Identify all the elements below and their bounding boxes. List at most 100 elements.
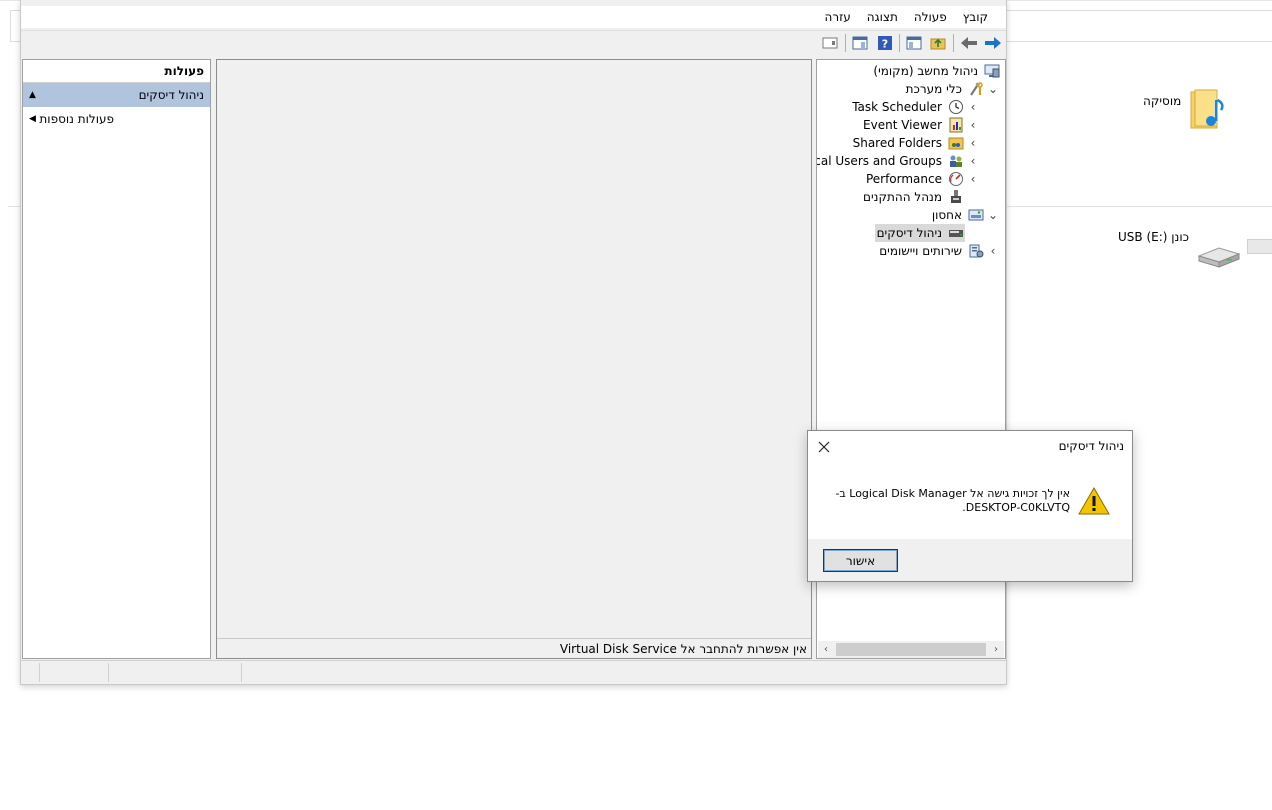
computer-management-icon: [983, 63, 1001, 79]
tree-item-services-apps[interactable]: › שירותים ויישומים: [877, 242, 1001, 260]
tree-label: מנהל ההתקנים: [863, 190, 942, 204]
tree-label: כלי מערכת: [905, 82, 962, 96]
music-folder-icon: [1190, 89, 1224, 129]
chevron-right-icon[interactable]: ›: [965, 118, 981, 132]
chevron-right-icon[interactable]: ›: [985, 244, 1001, 258]
svg-text:?: ?: [882, 38, 888, 51]
toolbar: ?: [21, 30, 1006, 55]
back-arrow-icon: [961, 37, 977, 49]
chevron-down-icon[interactable]: ⌄: [985, 208, 1001, 222]
chevron-right-icon[interactable]: ›: [965, 154, 981, 168]
users-icon: [947, 153, 965, 169]
tools-icon: [967, 81, 985, 97]
usb-drive-icon: [1197, 247, 1241, 268]
vds-status-line: אין אפשרות להתחבר אל Virtual Disk Servic…: [217, 638, 811, 658]
action-more-actions[interactable]: פעולות נוספות ◀: [23, 107, 210, 131]
menu-bar: קובץ פעולה תצוגה עזרה: [21, 6, 1006, 28]
chevron-right-icon[interactable]: ›: [965, 172, 981, 186]
help-button[interactable]: ?: [875, 33, 895, 53]
status-cell-1: [21, 663, 40, 682]
status-cell-3: [109, 663, 242, 682]
forward-button[interactable]: [983, 33, 1003, 53]
chevron-right-icon[interactable]: ›: [965, 136, 981, 150]
shared-folder-icon: [947, 135, 965, 151]
back-button[interactable]: [959, 33, 979, 53]
tree-item-storage[interactable]: ⌄ אחסון: [930, 206, 1001, 224]
event-viewer-icon: [947, 117, 965, 133]
show-hide-tree-button[interactable]: [904, 33, 924, 53]
computer-management-window: קובץ פעולה תצוגה עזרה ? פעולות ניהול דיס…: [20, 0, 1007, 685]
chevron-right-icon[interactable]: ›: [965, 100, 981, 114]
tree-label: Shared Folders: [852, 136, 942, 150]
menu-help[interactable]: עזרה: [817, 10, 859, 24]
tree-label: שירותים ויישומים: [879, 244, 962, 258]
window-icon: [822, 37, 838, 49]
music-folder-item[interactable]: מוסיקה: [1143, 88, 1229, 132]
action-more-actions-label: פעולות נוספות: [39, 112, 114, 126]
tree-item-event-viewer[interactable]: › Event Viewer: [861, 116, 981, 134]
ok-button[interactable]: אישור: [823, 549, 898, 572]
dialog-message-line-1: אין לך זכויות גישה אל Logical Disk Manag…: [835, 487, 1070, 500]
action-disk-management[interactable]: ניהול דיסקים ▲: [23, 83, 210, 107]
menu-action[interactable]: פעולה: [906, 10, 955, 24]
performance-gauge-icon: [947, 171, 965, 187]
up-level-button[interactable]: [928, 33, 948, 53]
tree-item-shared-folders[interactable]: › Shared Folders: [851, 134, 981, 152]
action-disk-management-label: ניהול דיסקים: [138, 88, 204, 102]
tree-item-performance[interactable]: › Performance: [864, 170, 981, 188]
warning-icon: [1078, 487, 1110, 515]
disk-drive-icon: [947, 225, 965, 241]
properties-icon: [852, 36, 868, 50]
services-icon: [967, 243, 985, 259]
help-icon: ?: [878, 36, 892, 51]
menu-file[interactable]: קובץ: [955, 10, 996, 24]
storage-icon: [967, 207, 985, 223]
tree-item-system-tools[interactable]: ⌄ כלי מערכת: [904, 80, 1001, 98]
usb-drive-item[interactable]: כונן USB (E:): [1118, 230, 1243, 270]
tree-horizontal-scrollbar[interactable]: ‹ ›: [818, 641, 1004, 658]
tree-label: אחסון: [931, 208, 962, 222]
music-folder-label: מוסיקה: [1143, 94, 1182, 108]
scroll-right-icon[interactable]: ›: [988, 641, 1004, 658]
status-bar: [21, 660, 1006, 684]
actions-pane: פעולות ניהול דיסקים ▲ פעולות נוספות ◀: [22, 59, 211, 659]
toolbar-separator-3: [845, 34, 846, 52]
action-pane-button[interactable]: [820, 33, 840, 53]
close-icon: [818, 441, 830, 453]
scrollbar-thumb[interactable]: [836, 643, 986, 656]
clock-icon: [947, 99, 965, 115]
toolbar-separator-2: [899, 34, 900, 52]
toolbar-separator: [953, 34, 954, 52]
usb-drive-label: כונן USB (E:): [1118, 230, 1189, 244]
properties-button[interactable]: [850, 33, 870, 53]
background-scroll-handle[interactable]: [1247, 239, 1272, 254]
results-pane: אין אפשרות להתחבר אל Virtual Disk Servic…: [216, 59, 812, 659]
tree-item-device-manager[interactable]: מנהל ההתקנים: [861, 188, 965, 206]
dialog-message: אין לך זכויות גישה אל Logical Disk Manag…: [830, 487, 1070, 515]
expand-triangle-icon[interactable]: ◀: [29, 114, 36, 124]
splitter-left[interactable]: [211, 59, 215, 659]
scroll-left-icon[interactable]: ‹: [818, 641, 834, 658]
device-manager-icon: [947, 189, 965, 205]
tree-label: Local Users and Groups: [816, 154, 942, 168]
tree-label: ניהול דיסקים: [876, 226, 942, 240]
chevron-down-icon[interactable]: ⌄: [985, 82, 1001, 96]
dialog-message-line-2: DESKTOP-C0KLVTQ.: [962, 501, 1070, 514]
forward-arrow-icon: [985, 37, 1001, 49]
tree-item-task-scheduler[interactable]: › Task Scheduler: [850, 98, 981, 116]
tree-label: Event Viewer: [863, 118, 942, 132]
tree-label: ניהול מחשב (מקומי): [873, 64, 978, 78]
dialog-footer: אישור: [808, 539, 1132, 581]
tree-item-local-users[interactable]: › Local Users and Groups: [816, 152, 981, 170]
status-cell-2: [40, 663, 109, 682]
menu-view[interactable]: תצוגה: [859, 10, 906, 24]
folder-up-icon: [930, 38, 946, 50]
collapse-triangle-icon[interactable]: ▲: [29, 90, 36, 100]
dialog-title: ניהול דיסקים: [1058, 439, 1124, 453]
tree-label: Task Scheduler: [852, 100, 942, 114]
tree-item-computer-management[interactable]: ניהול מחשב (מקומי): [871, 62, 1001, 80]
actions-header: פעולות: [23, 60, 210, 83]
tree-item-disk-management[interactable]: ניהול דיסקים: [874, 224, 965, 242]
close-button[interactable]: [814, 437, 834, 457]
console-tree-icon: [906, 36, 922, 50]
